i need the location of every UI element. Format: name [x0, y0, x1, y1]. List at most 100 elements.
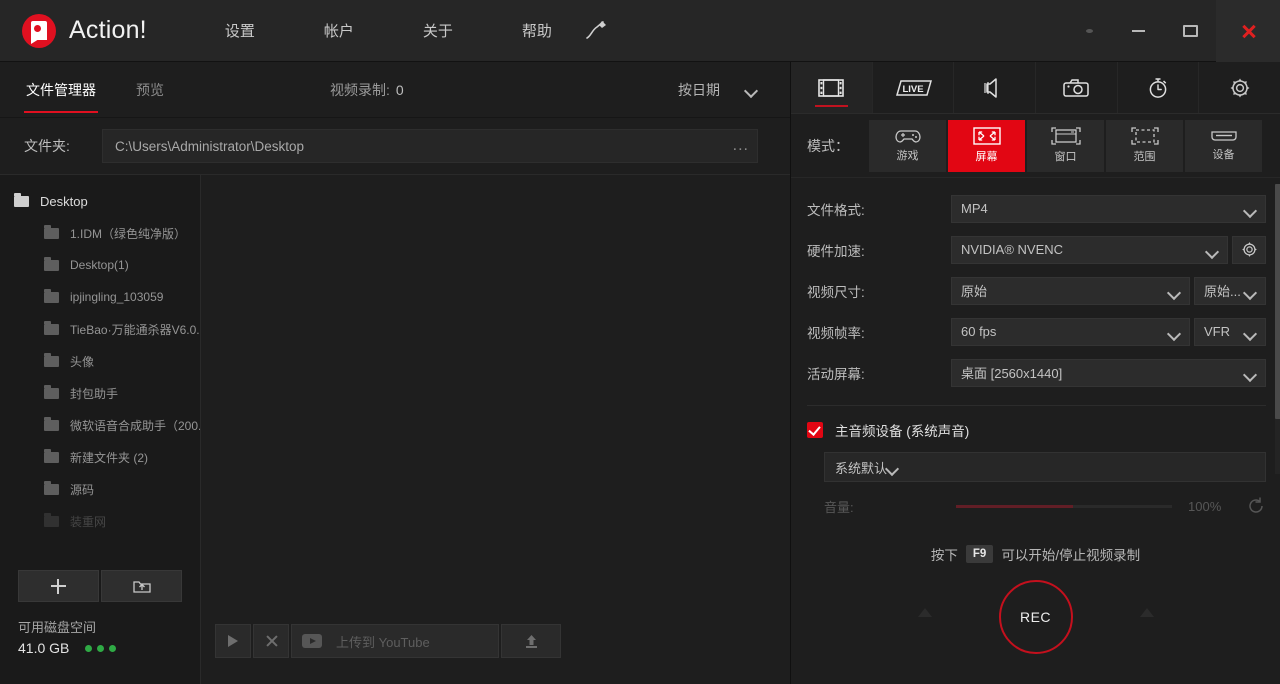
preview-toolbar: 上传到 YouTube: [215, 624, 790, 658]
menu-about[interactable]: 关于: [413, 12, 463, 49]
tab-preview[interactable]: 预览: [134, 74, 166, 106]
audio-device-select[interactable]: 系统默认: [824, 452, 1266, 482]
tree-node[interactable]: 头像: [0, 345, 200, 377]
chevron-down-icon: [746, 86, 757, 93]
maximize-icon[interactable]: [1164, 0, 1216, 62]
window-icon: [1051, 127, 1081, 145]
hardware-acceleration-value: NVIDIA® NVENC: [961, 242, 1063, 257]
tree-node[interactable]: 封包助手: [0, 377, 200, 409]
tree-node-label: TieBao·万能通杀器V6.0...: [70, 321, 200, 338]
minimize-icon[interactable]: [1112, 0, 1164, 62]
audio-settings: 主音频设备 (系统声音) 系统默认 音量: 100%: [807, 405, 1266, 516]
mode-window[interactable]: 窗口: [1027, 120, 1104, 172]
tree-node-root[interactable]: Desktop: [0, 185, 200, 217]
disk-space-value: 41.0 GB: [18, 640, 69, 656]
tree-node-label: ipjingling_103059: [70, 290, 163, 304]
menu-account[interactable]: 帐户: [314, 12, 364, 49]
video-framerate-label: 视频帧率:: [807, 322, 951, 342]
next-arrow-icon[interactable]: [1140, 608, 1154, 617]
delete-button[interactable]: [253, 624, 289, 658]
file-format-select[interactable]: MP4: [951, 195, 1266, 223]
app-logo: Action!: [22, 14, 147, 48]
main-audio-device-checkbox[interactable]: [807, 422, 823, 438]
setting-row-hardware-acceleration: 硬件加速: NVIDIA® NVENC: [807, 229, 1266, 270]
gamepad-icon: [895, 128, 921, 144]
folder-path-field[interactable]: C:\Users\Administrator\Desktop ...: [102, 129, 758, 163]
mode-screen[interactable]: 屏幕: [948, 120, 1025, 172]
open-folder-button[interactable]: [101, 570, 182, 602]
close-icon[interactable]: [1216, 0, 1280, 62]
main-audio-device-row: 主音频设备 (系统声音): [807, 418, 1266, 442]
reset-icon[interactable]: [1246, 496, 1266, 516]
add-folder-button[interactable]: [18, 570, 99, 602]
record-hotkey-hint: 按下 F9 可以开始/停止视频录制: [931, 544, 1140, 564]
mode-device[interactable]: 设备: [1185, 120, 1262, 172]
tab-live-streaming[interactable]: LIVE: [873, 62, 955, 113]
video-size-secondary-select[interactable]: 原始...: [1194, 277, 1266, 305]
capture-mode-row: 模式： 游戏: [791, 114, 1280, 178]
tree-node[interactable]: 源码: [0, 473, 200, 505]
menu-help[interactable]: 帮助: [512, 12, 562, 49]
record-button[interactable]: REC: [999, 580, 1073, 654]
tab-screenshot[interactable]: [1036, 62, 1118, 113]
tree-node[interactable]: ipjingling_103059: [0, 281, 200, 313]
video-framerate-mode-select[interactable]: VFR: [1194, 318, 1266, 346]
tree-node[interactable]: TieBao·万能通杀器V6.0...: [0, 313, 200, 345]
volume-slider[interactable]: [956, 505, 1172, 508]
active-screen-select[interactable]: 桌面 [2560x1440]: [951, 359, 1266, 387]
tree-node[interactable]: 装重网: [0, 505, 200, 528]
chevron-down-icon: [1169, 329, 1180, 336]
active-screen-label: 活动屏幕:: [807, 363, 951, 383]
folder-icon: [44, 516, 59, 527]
sort-by-dropdown[interactable]: 按日期: [678, 80, 757, 100]
tab-file-manager[interactable]: 文件管理器: [24, 74, 98, 106]
upload-youtube-label: 上传到 YouTube: [336, 632, 430, 651]
tab-settings[interactable]: [1199, 62, 1280, 113]
sort-by-label: 按日期: [678, 80, 720, 100]
play-icon: [228, 635, 238, 647]
device-icon: [1209, 129, 1239, 143]
prev-arrow-icon[interactable]: [918, 608, 932, 617]
tree-node-label: 新建文件夹 (2): [70, 449, 148, 466]
mode-buttons: 游戏 屏幕: [869, 120, 1262, 172]
file-format-value: MP4: [961, 201, 988, 216]
close-x-icon: [265, 635, 278, 648]
tree-node[interactable]: 微软语音合成助手（200...: [0, 409, 200, 441]
browse-button[interactable]: ...: [733, 137, 749, 155]
play-button[interactable]: [215, 624, 251, 658]
menu-settings[interactable]: 设置: [215, 12, 265, 49]
tree-node[interactable]: 1.IDM（绿色纯净版）: [0, 217, 200, 249]
window-controls: [1066, 0, 1280, 62]
tree-node-label: Desktop: [40, 194, 88, 209]
tab-audio[interactable]: [954, 62, 1036, 113]
tree-node[interactable]: 新建文件夹 (2): [0, 441, 200, 473]
folder-tree: Desktop 1.IDM（绿色纯净版） Desktop(1) ipjingli…: [0, 175, 200, 528]
preview-stage: [201, 175, 790, 617]
hardware-acceleration-settings-button[interactable]: [1232, 236, 1266, 264]
video-size-select[interactable]: 原始: [951, 277, 1190, 305]
mode-region[interactable]: 范围: [1106, 120, 1183, 172]
hardware-acceleration-select[interactable]: NVIDIA® NVENC: [951, 236, 1228, 264]
upload-youtube-button[interactable]: 上传到 YouTube: [291, 624, 499, 658]
camera-icon: [1063, 78, 1089, 98]
video-framerate-select[interactable]: 60 fps: [951, 318, 1190, 346]
mode-game[interactable]: 游戏: [869, 120, 946, 172]
folder-icon: [44, 484, 59, 495]
tree-node[interactable]: Desktop(1): [0, 249, 200, 281]
tree-node-label: 1.IDM（绿色纯净版）: [70, 225, 186, 242]
settings-scrollbar[interactable]: [1275, 184, 1280, 474]
video-size-value: 原始: [961, 281, 987, 300]
file-manager-tabs: 文件管理器 预览 视频录制:0 按日期: [0, 62, 790, 118]
upload-button[interactable]: [501, 624, 561, 658]
active-screen-value: 桌面 [2560x1440]: [961, 363, 1062, 382]
scrollbar-thumb[interactable]: [1275, 184, 1280, 419]
video-size-secondary-value: 原始...: [1204, 281, 1241, 300]
mode-label-device: 设备: [1213, 146, 1235, 162]
more-dot-icon[interactable]: [1066, 0, 1112, 62]
tab-benchmark[interactable]: [1118, 62, 1200, 113]
hint-suffix: 可以开始/停止视频录制: [1001, 544, 1140, 564]
tree-node-label: Desktop(1): [70, 258, 129, 272]
tab-video-recording[interactable]: [791, 62, 873, 113]
pen-icon[interactable]: [583, 18, 609, 44]
mode-label: 模式：: [807, 136, 869, 156]
